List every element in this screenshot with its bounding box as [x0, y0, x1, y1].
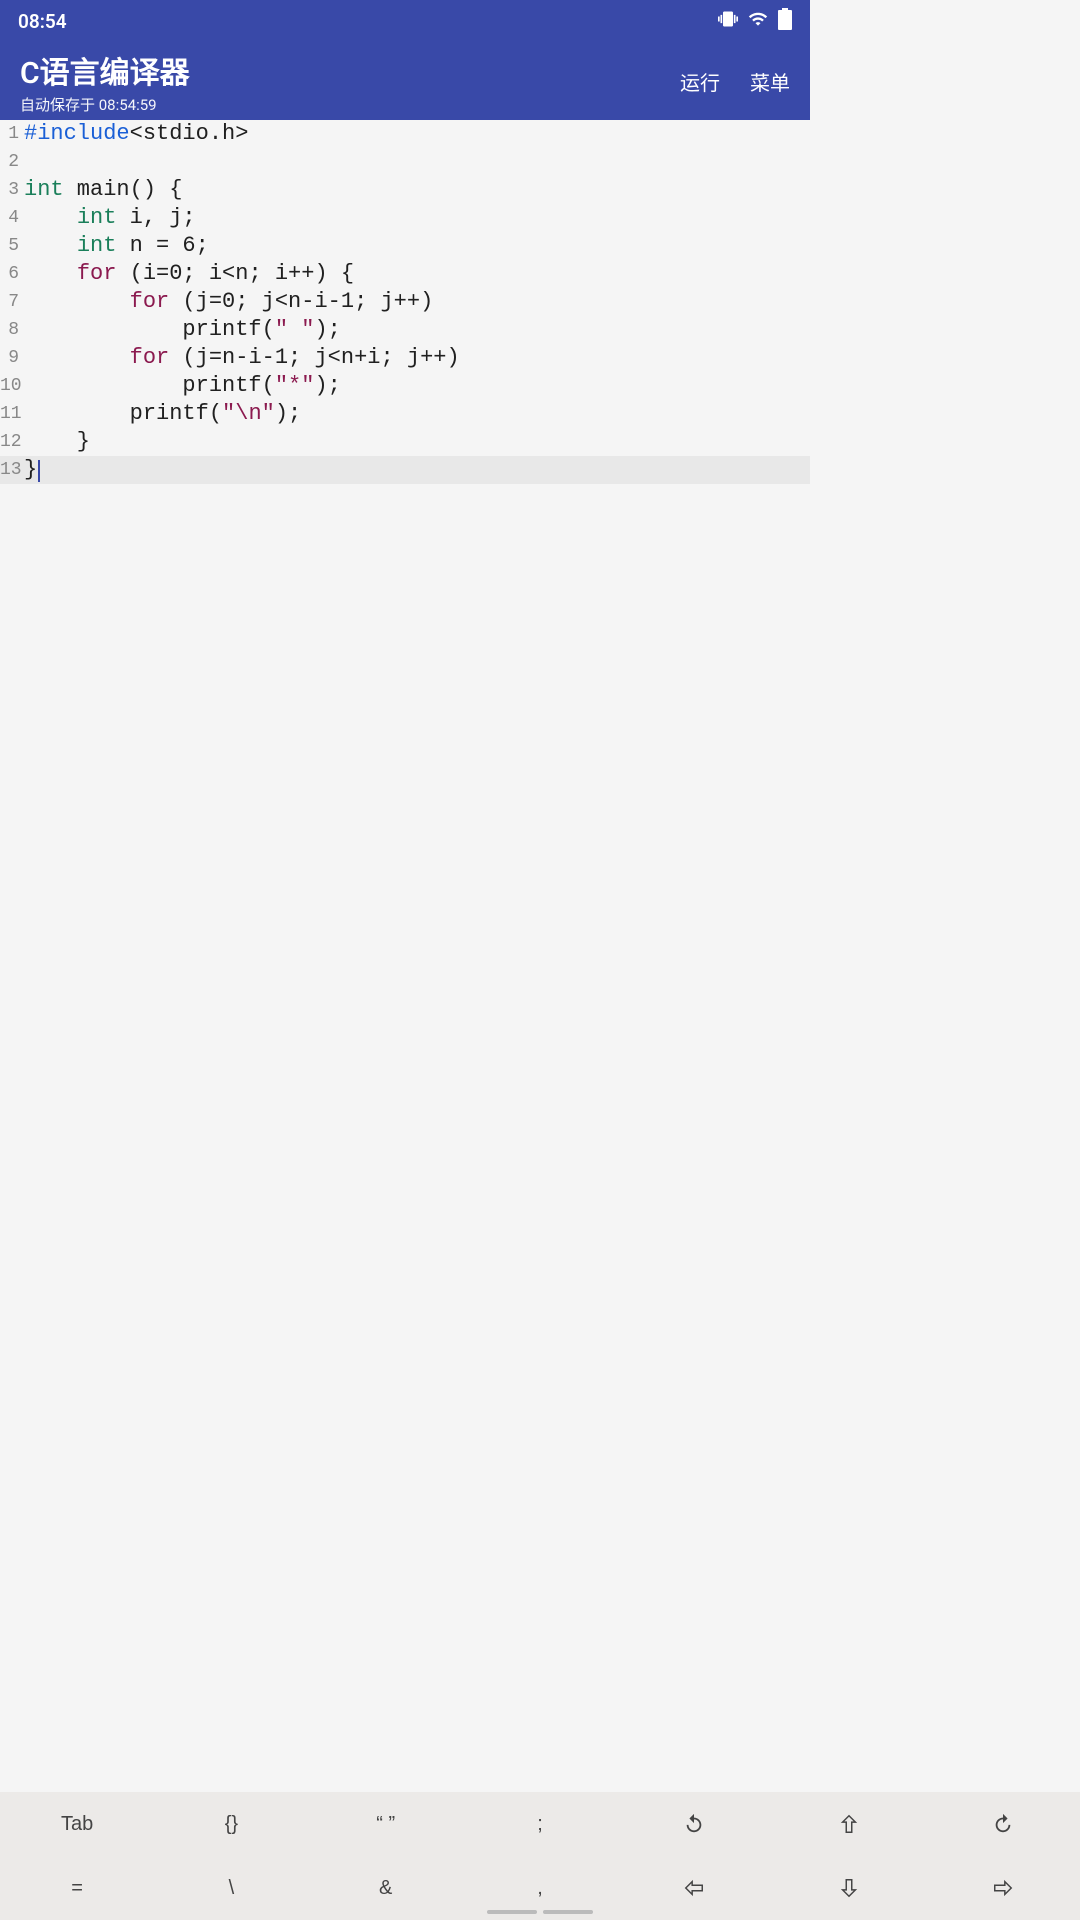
symbol-key[interactable]: = [0, 1856, 154, 1920]
code-line[interactable]: 7 for (j=0; j<n-i-1; j++) [0, 288, 810, 316]
code-content[interactable]: printf(" "); [22, 316, 341, 344]
code-content[interactable]: #include<stdio.h> [22, 120, 248, 148]
nav-indicator [487, 1910, 593, 1914]
code-content[interactable]: for (i=0; i<n; i++) { [22, 260, 354, 288]
code-line[interactable]: 5 int n = 6; [0, 232, 810, 260]
code-line[interactable]: 8 printf(" "); [0, 316, 810, 344]
symbol-key[interactable]: & [309, 1856, 463, 1920]
symbol-toolbar: Tab{}“ ”;=\&, [0, 1792, 1080, 1920]
code-line[interactable]: 1#include<stdio.h> [0, 120, 810, 148]
symbol-key[interactable]: ; [463, 1792, 617, 1856]
undo-icon-key[interactable] [617, 1792, 771, 1856]
code-content[interactable]: int i, j; [22, 204, 196, 232]
run-button[interactable]: 运行 [680, 67, 720, 96]
up-arrow-icon-key[interactable] [771, 1792, 925, 1856]
battery-icon [778, 8, 792, 35]
right-arrow-icon-key[interactable] [926, 1856, 1080, 1920]
line-number: 6 [0, 260, 22, 288]
down-arrow-icon-key[interactable] [771, 1856, 925, 1920]
line-number: 1 [0, 120, 22, 148]
code-content[interactable]: int n = 6; [22, 232, 209, 260]
code-line[interactable]: 9 for (j=n-i-1; j<n+i; j++) [0, 344, 810, 372]
line-number: 7 [0, 288, 22, 316]
code-line[interactable]: 3int main() { [0, 176, 810, 204]
wifi-icon [748, 9, 768, 34]
code-content[interactable]: } [22, 456, 40, 484]
line-number: 4 [0, 204, 22, 232]
status-time: 08:54 [18, 10, 67, 33]
line-number: 10 [0, 372, 22, 400]
symbol-key[interactable]: \ [154, 1856, 308, 1920]
line-number: 3 [0, 176, 22, 204]
status-bar: 08:54 [0, 0, 810, 42]
redo-icon-key[interactable] [926, 1792, 1080, 1856]
code-line[interactable]: 12 } [0, 428, 810, 456]
code-content[interactable]: int main() { [22, 176, 182, 204]
code-line[interactable]: 10 printf("*"); [0, 372, 810, 400]
code-line[interactable]: 4 int i, j; [0, 204, 810, 232]
symbol-key[interactable]: “ ” [309, 1792, 463, 1856]
autosave-status: 自动保存于 08:54:59 [20, 94, 190, 115]
line-number: 9 [0, 344, 22, 372]
code-line[interactable]: 11 printf("\n"); [0, 400, 810, 428]
line-number: 8 [0, 316, 22, 344]
line-number: 12 [0, 428, 22, 456]
line-number: 11 [0, 400, 22, 428]
app-title: C语言编译器 [20, 48, 190, 92]
code-line[interactable]: 2 [0, 148, 810, 176]
line-number: 13 [0, 456, 22, 484]
code-content[interactable]: } [22, 428, 90, 456]
code-line[interactable]: 6 for (i=0; i<n; i++) { [0, 260, 810, 288]
text-cursor [38, 460, 40, 482]
code-content[interactable]: printf("*"); [22, 372, 341, 400]
symbol-key[interactable]: Tab [0, 1792, 154, 1856]
code-content[interactable]: for (j=n-i-1; j<n+i; j++) [22, 344, 460, 372]
app-bar: C语言编译器 自动保存于 08:54:59 运行 菜单 [0, 42, 810, 120]
code-content[interactable]: printf("\n"); [22, 400, 301, 428]
line-number: 2 [0, 148, 22, 176]
left-arrow-icon-key[interactable] [617, 1856, 771, 1920]
symbol-key[interactable]: {} [154, 1792, 308, 1856]
line-number: 5 [0, 232, 22, 260]
menu-button[interactable]: 菜单 [750, 67, 790, 96]
code-content[interactable] [22, 148, 24, 176]
vibrate-icon [718, 9, 738, 34]
code-editor[interactable]: 1#include<stdio.h>23int main() {4 int i,… [0, 120, 810, 1312]
code-line[interactable]: 13} [0, 456, 810, 484]
code-content[interactable]: for (j=0; j<n-i-1; j++) [22, 288, 433, 316]
